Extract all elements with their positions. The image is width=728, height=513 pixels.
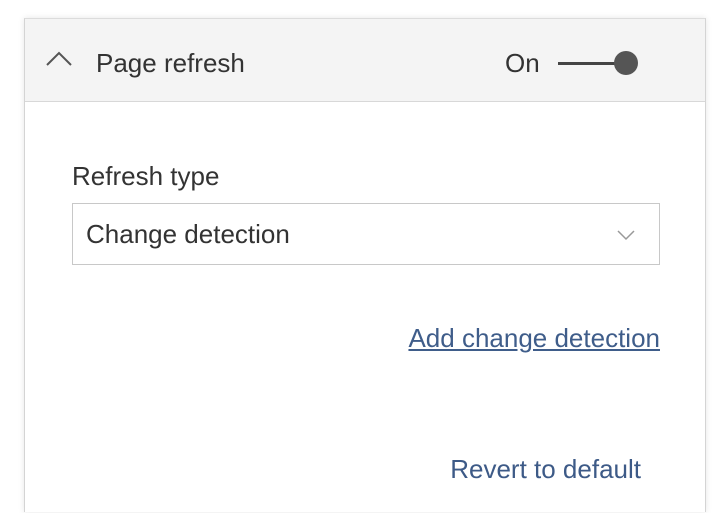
toggle-track: [558, 62, 622, 65]
add-change-detection-link[interactable]: Add change detection: [408, 323, 660, 353]
page-refresh-toggle[interactable]: [558, 49, 638, 77]
page-refresh-header[interactable]: Page refresh On: [25, 19, 705, 102]
page: Page refresh On Refresh type Change dete…: [0, 0, 728, 513]
toggle-state-label: On: [505, 48, 540, 78]
refresh-type-label: Refresh type: [72, 161, 220, 191]
section-title: Page refresh: [96, 48, 245, 78]
revert-to-default-button[interactable]: Revert to default: [450, 454, 641, 484]
refresh-type-value: Change detection: [86, 219, 290, 249]
toggle-knob[interactable]: [614, 51, 638, 75]
format-panel: Page refresh On Refresh type Change dete…: [24, 18, 706, 512]
refresh-type-dropdown[interactable]: Change detection: [72, 203, 660, 265]
chevron-up-icon[interactable]: [45, 49, 73, 67]
chevron-down-icon: [617, 230, 635, 241]
